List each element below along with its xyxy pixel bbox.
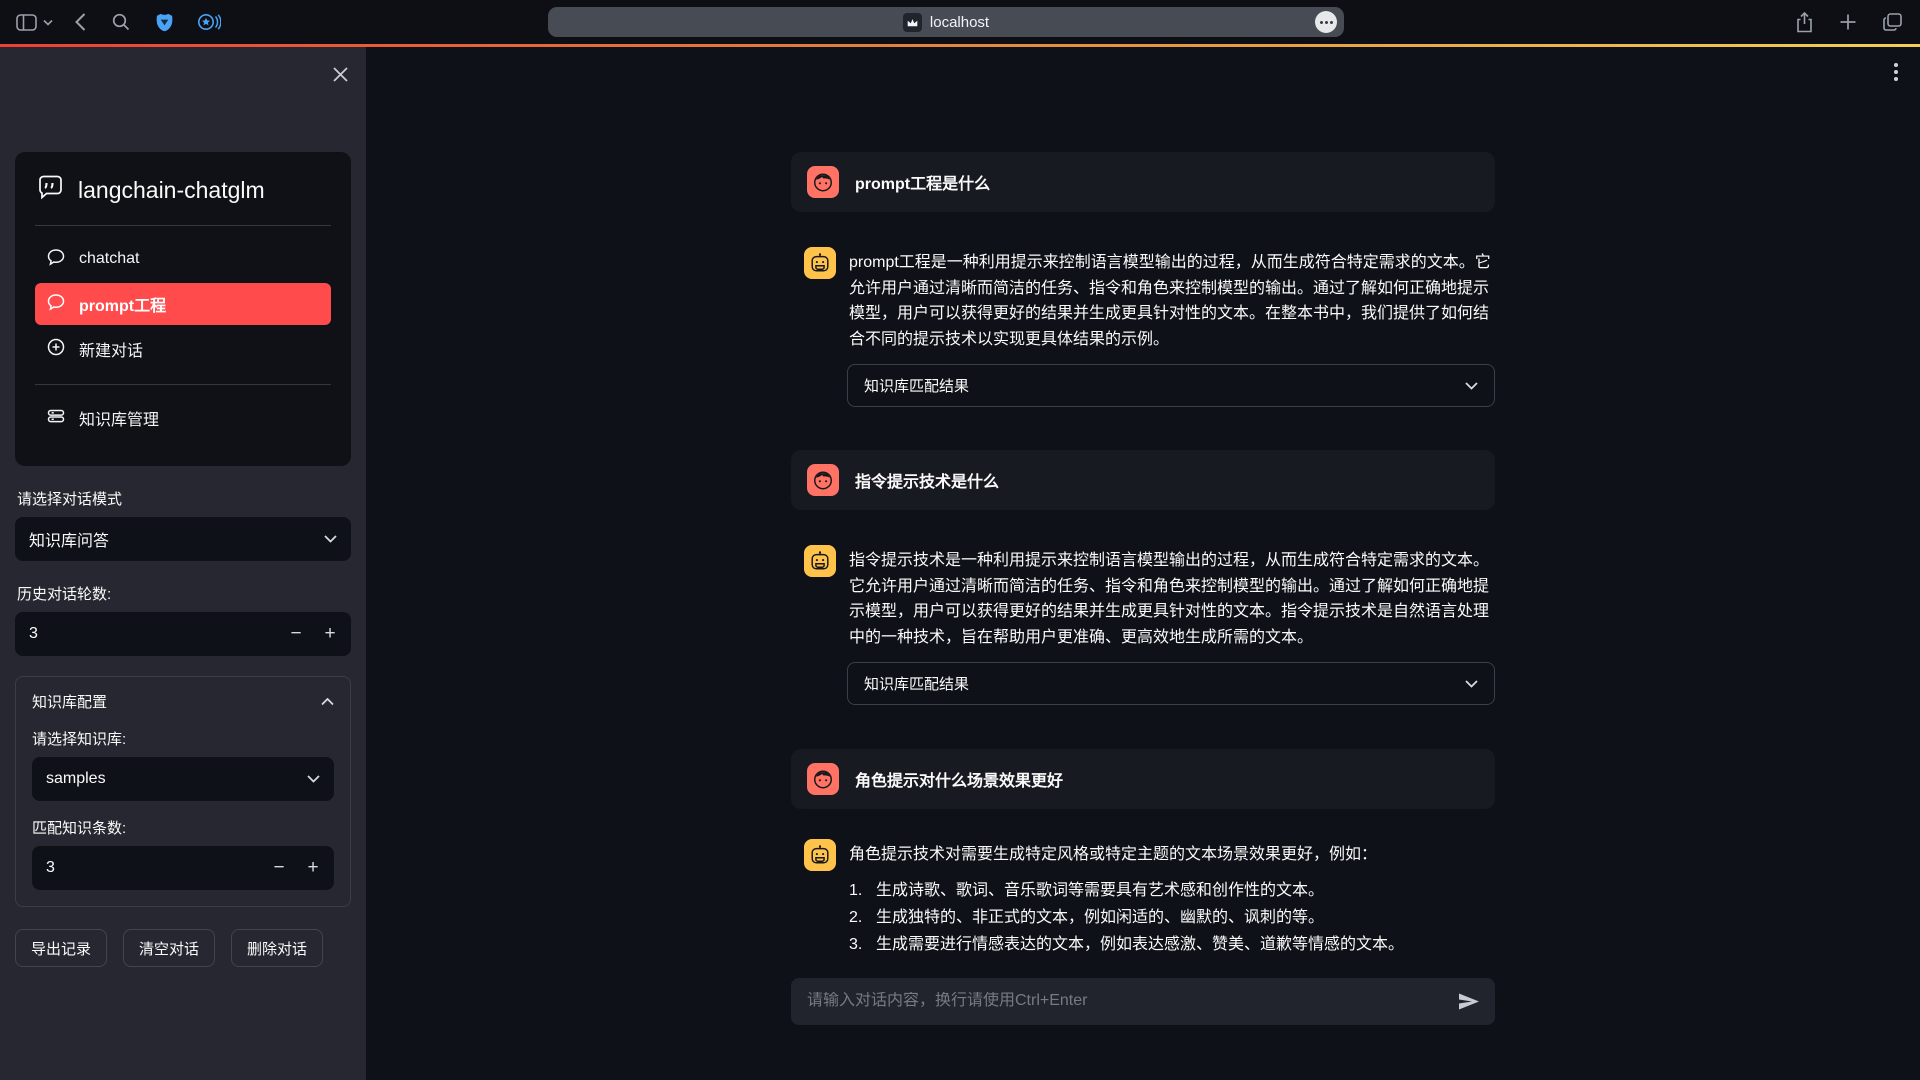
assistant-avatar xyxy=(804,545,836,577)
assistant-message: 指令提示技术是一种利用提示来控制语言模型输出的过程，从而生成符合特定需求的文本。… xyxy=(791,545,1495,650)
assistant-list: 生成诗歌、歌词、音乐歌词等需要具有艺术感和创作性的文本。 生成独特的、非正式的文… xyxy=(849,877,1404,958)
kb-config-header[interactable]: 知识库配置 xyxy=(32,691,334,712)
match-count-value: 3 xyxy=(46,859,262,877)
user-message: 角色提示对什么场景效果更好 xyxy=(791,749,1495,809)
minus-button[interactable]: − xyxy=(262,846,296,890)
main-menu-kebab-icon[interactable] xyxy=(1894,63,1898,81)
user-message-text: 指令提示技术是什么 xyxy=(855,468,999,492)
chat-quote-icon xyxy=(37,174,64,207)
sidebar-toggle-icon[interactable] xyxy=(16,14,37,31)
kb-config-title: 知识库配置 xyxy=(32,691,107,712)
kb-select-label: 请选择知识库: xyxy=(32,728,334,749)
address-bar[interactable]: localhost xyxy=(548,7,1344,37)
assistant-avatar xyxy=(804,247,836,279)
minus-button[interactable]: − xyxy=(279,612,313,656)
chat-input-bar xyxy=(791,978,1495,1025)
export-records-button[interactable]: 导出记录 xyxy=(15,929,107,967)
nav-menu-card: langchain-chatglm chatchat prompt工程 xyxy=(15,152,351,466)
kb-match-expander[interactable]: 知识库匹配结果 xyxy=(847,662,1495,705)
new-tab-icon[interactable] xyxy=(1840,14,1856,30)
history-rounds-label: 历史对话轮数: xyxy=(17,583,349,604)
match-count-input[interactable]: 3 − + xyxy=(32,846,334,890)
app-title-row: langchain-chatglm xyxy=(35,170,331,211)
user-message-text: 角色提示对什么场景效果更好 xyxy=(855,767,1063,791)
chat-column: prompt工程是什么 prompt工程是一种利用提示来控制语言模型输出的过程，… xyxy=(791,47,1495,1025)
page-settings-icon[interactable] xyxy=(1315,11,1337,33)
back-icon[interactable] xyxy=(75,13,86,31)
menu-item-new-dialog[interactable]: 新建对话 xyxy=(35,328,331,370)
divider xyxy=(35,384,331,385)
history-rounds-input[interactable]: 3 − + xyxy=(15,612,351,656)
assistant-avatar xyxy=(804,839,836,871)
assistant-message: 角色提示技术对需要生成特定风格或特定主题的文本场景效果更好，例如： 生成诗歌、歌… xyxy=(791,839,1495,958)
chevron-down-icon xyxy=(324,530,337,548)
assistant-message: prompt工程是一种利用提示来控制语言模型输出的过程，从而生成符合特定需求的文… xyxy=(791,247,1495,352)
menu-item-label: 新建对话 xyxy=(79,337,143,361)
send-icon[interactable] xyxy=(1458,993,1479,1010)
list-item: 生成需要进行情感表达的文本，例如表达感激、赞美、道歉等情感的文本。 xyxy=(876,931,1404,958)
user-message-text: prompt工程是什么 xyxy=(855,170,990,194)
menu-item-label: prompt工程 xyxy=(79,292,166,316)
assistant-message-text: prompt工程是一种利用提示来控制语言模型输出的过程，从而生成符合特定需求的文… xyxy=(849,247,1495,352)
search-icon[interactable] xyxy=(112,13,130,31)
browser-toolbar: localhost xyxy=(0,0,1920,44)
app-title: langchain-chatglm xyxy=(78,177,265,204)
assistant-list-intro: 角色提示技术对需要生成特定风格或特定主题的文本场景效果更好，例如： xyxy=(849,842,1404,868)
tab-overview-icon[interactable] xyxy=(1883,13,1902,31)
dialog-mode-label: 请选择对话模式 xyxy=(17,488,349,509)
address-text: localhost xyxy=(930,14,989,31)
dialog-mode-select[interactable]: 知识库问答 xyxy=(15,517,351,561)
chat-bubble-icon xyxy=(47,248,65,271)
kb-match-expander-label: 知识库匹配结果 xyxy=(864,673,969,694)
chat-input[interactable] xyxy=(807,992,1448,1010)
history-rounds-value: 3 xyxy=(29,625,279,643)
kb-config-expander: 知识库配置 请选择知识库: samples 匹配知识条数: 3 xyxy=(15,676,351,907)
sidebar-chevron-down-icon[interactable] xyxy=(43,19,53,26)
kb-match-expander[interactable]: 知识库匹配结果 xyxy=(847,364,1495,407)
chevron-down-icon xyxy=(1465,377,1478,394)
menu-item-label: 知识库管理 xyxy=(79,406,159,430)
user-avatar xyxy=(807,763,839,795)
extension-catcatch-icon[interactable] xyxy=(154,12,175,33)
kb-select-value: samples xyxy=(46,770,307,788)
site-favicon xyxy=(903,13,922,32)
menu-item-kb-management[interactable]: 知识库管理 xyxy=(35,397,331,439)
list-item: 生成诗歌、歌词、音乐歌词等需要具有艺术感和创作性的文本。 xyxy=(876,877,1324,904)
share-icon[interactable] xyxy=(1796,12,1813,33)
menu-item-prompt-engineering[interactable]: prompt工程 xyxy=(35,283,331,325)
plus-circle-icon xyxy=(47,338,65,361)
chat-bubble-icon xyxy=(47,293,65,316)
extension-sonar-icon[interactable] xyxy=(197,12,221,32)
list-item: 生成独特的、非正式的文本，例如闲适的、幽默的、讽刺的等。 xyxy=(876,904,1324,931)
sidebar-close-icon[interactable] xyxy=(333,67,348,87)
user-message: 指令提示技术是什么 xyxy=(791,450,1495,510)
user-avatar xyxy=(807,166,839,198)
clear-dialog-button[interactable]: 清空对话 xyxy=(123,929,215,967)
divider xyxy=(35,225,331,226)
assistant-message-text: 指令提示技术是一种利用提示来控制语言模型输出的过程，从而生成符合特定需求的文本。… xyxy=(849,545,1495,650)
chevron-up-icon xyxy=(321,693,334,710)
chevron-down-icon xyxy=(1465,675,1478,692)
assistant-message-text: 角色提示技术对需要生成特定风格或特定主题的文本场景效果更好，例如： 生成诗歌、歌… xyxy=(849,839,1404,958)
delete-dialog-button[interactable]: 删除对话 xyxy=(231,929,323,967)
plus-button[interactable]: + xyxy=(313,612,347,656)
dialog-mode-value: 知识库问答 xyxy=(29,527,324,551)
sidebar: langchain-chatglm chatchat prompt工程 xyxy=(0,47,366,1080)
match-count-label: 匹配知识条数: xyxy=(32,817,334,838)
chevron-down-icon xyxy=(307,770,320,788)
menu-item-label: chatchat xyxy=(79,250,139,268)
menu-item-chatchat[interactable]: chatchat xyxy=(35,238,331,280)
user-avatar xyxy=(807,464,839,496)
plus-button[interactable]: + xyxy=(296,846,330,890)
kb-select[interactable]: samples xyxy=(32,757,334,801)
user-message: prompt工程是什么 xyxy=(791,152,1495,212)
database-icon xyxy=(47,407,65,430)
main-area: prompt工程是什么 prompt工程是一种利用提示来控制语言模型输出的过程，… xyxy=(366,47,1920,1080)
kb-match-expander-label: 知识库匹配结果 xyxy=(864,375,969,396)
